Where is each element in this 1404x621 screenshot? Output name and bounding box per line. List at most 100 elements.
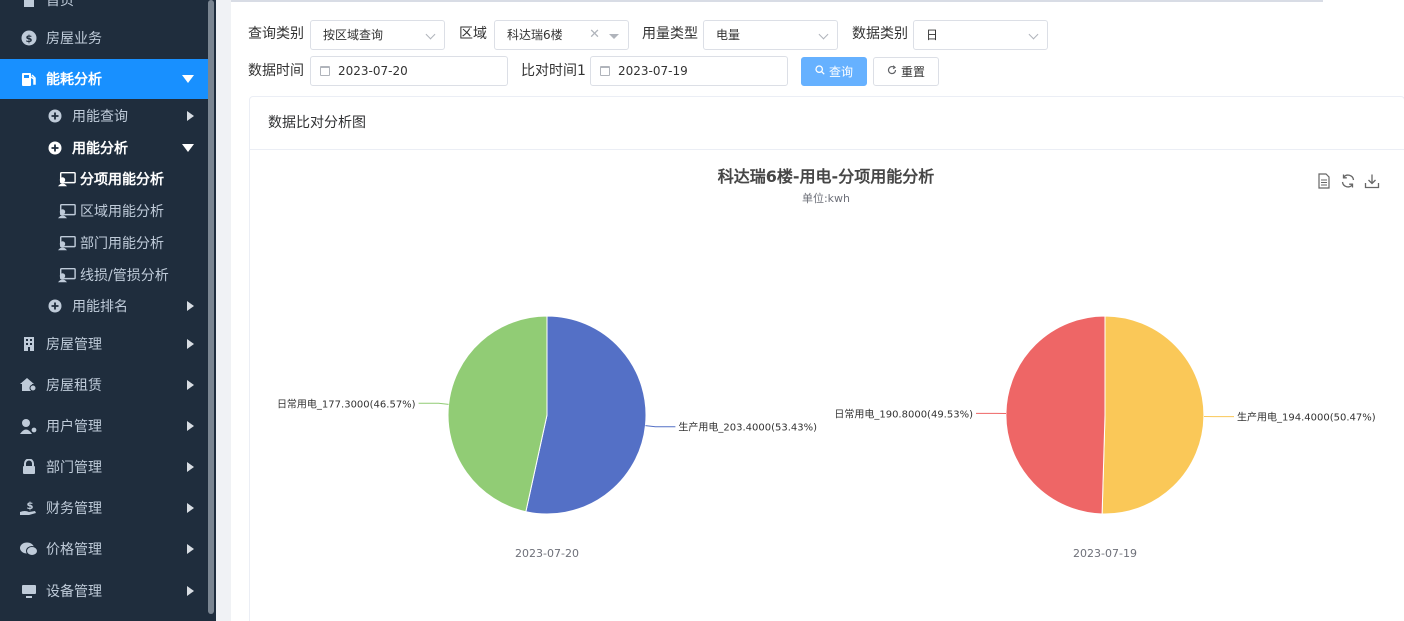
pie-1-caption: 2023-07-19 <box>1073 547 1137 560</box>
pie-chart: 科达瑞6楼-用电-分项用能分析 单位:kwh 生产用电_203.4000(53.… <box>277 167 1376 560</box>
sidebar-item-label: 线损/管损分析 <box>80 268 169 284</box>
sidebar-item-label: 区域用能分析 <box>80 204 164 220</box>
tab-bar-divider <box>231 0 1323 2</box>
search-icon <box>815 65 825 78</box>
area-select[interactable]: 科达瑞6楼 ✕ <box>494 20 629 50</box>
sidebar: 首页 $ 房屋业务 能耗分析 用能查询 用能分析 分项用能分析 区域用能分析 部… <box>0 0 216 621</box>
pie-0-label-0: 生产用电_203.4000(53.43%) <box>678 421 817 434</box>
sidebar-item-label: 用能分析 <box>72 141 128 157</box>
monitor-user-icon <box>58 202 76 220</box>
pie-1-slice-1[interactable] <box>1005 315 1106 515</box>
sidebar-item-label: 用能排名 <box>72 299 128 315</box>
chart-card: 数据比对分析图 科达瑞6楼-用电-分项用能分析 单位:kwh 生产用电_203.… <box>249 96 1404 621</box>
sidebar-item-price-management[interactable]: 价格管理 <box>0 529 208 569</box>
main-content: 查询类别 按区域查询 区域 科达瑞6楼 ✕ 用量类型 电量 数据类别 日 数据时… <box>231 0 1404 621</box>
chevron-right-icon <box>187 301 194 311</box>
chevron-right-icon <box>187 421 194 431</box>
reset-button[interactable]: 重置 <box>873 57 939 86</box>
sidebar-item-housing-business[interactable]: $ 房屋业务 <box>0 18 208 58</box>
clear-icon[interactable]: ✕ <box>589 21 600 49</box>
data-type-select[interactable]: 日 <box>913 20 1048 50</box>
sidebar-item-housing-management[interactable]: 房屋管理 <box>0 324 208 364</box>
query-type-select[interactable]: 按区域查询 <box>310 20 445 50</box>
caret-down-icon <box>609 34 619 39</box>
compare-time-picker[interactable]: 2023-07-19 <box>590 56 788 86</box>
reset-button-label: 重置 <box>900 65 925 79</box>
plus-circle-icon <box>46 107 64 125</box>
plus-circle-icon <box>46 297 64 315</box>
data-time-picker[interactable]: 2023-07-20 <box>310 56 508 86</box>
pie-0-label-line-1 <box>418 402 449 405</box>
usage-type-select[interactable]: 电量 <box>703 20 838 50</box>
sidebar-item-label: 用户管理 <box>46 419 102 435</box>
chevron-right-icon <box>187 544 194 554</box>
chevron-right-icon <box>187 503 194 513</box>
chart-title: 科达瑞6楼-用电-分项用能分析 <box>718 167 934 186</box>
sidebar-item-housing-rental[interactable]: 房屋租赁 <box>0 365 208 405</box>
sidebar-item-label: 房屋管理 <box>46 337 102 353</box>
lock-icon <box>20 458 38 476</box>
chart-toolbox <box>1316 173 1380 189</box>
sidebar-item-department-management[interactable]: 部门管理 <box>0 447 208 487</box>
chevron-right-icon <box>187 380 194 390</box>
sidebar-item-label: 财务管理 <box>46 501 102 517</box>
sidebar-item-label: 部门用能分析 <box>80 236 164 252</box>
fuel-pump-icon <box>20 70 38 88</box>
sidebar-item-label: 房屋业务 <box>46 31 102 47</box>
sidebar-item-user-management[interactable]: 用户管理 <box>0 406 208 446</box>
query-type-value: 按区域查询 <box>323 28 384 42</box>
sidebar-item-label: 分项用能分析 <box>80 172 164 188</box>
chart-subtitle: 单位:kwh <box>802 191 850 205</box>
sidebar-item-energy-ranking[interactable]: 用能排名 <box>0 286 208 326</box>
compare-time-label: 比对时间1 <box>521 63 586 79</box>
pie-1-label-1: 日常用电_190.8000(49.53%) <box>834 407 973 420</box>
search-button[interactable]: 查询 <box>801 57 867 86</box>
data-time-value: 2023-07-20 <box>338 64 408 78</box>
sidebar-item-device-management[interactable]: 设备管理 <box>0 571 208 611</box>
sidebar-item-label: 设备管理 <box>46 584 102 600</box>
sidebar-item-home[interactable]: 首页 <box>0 0 208 20</box>
pie-0-slice-1[interactable] <box>447 315 548 513</box>
monitor-user-icon <box>58 170 76 188</box>
sidebar-item-energy-analysis[interactable]: 能耗分析 <box>0 59 208 99</box>
search-button-label: 查询 <box>828 65 853 79</box>
area-value: 科达瑞6楼 <box>507 28 563 42</box>
pie-1-slice-0[interactable] <box>1101 315 1205 515</box>
chevron-right-icon <box>187 111 194 121</box>
plus-circle-icon <box>46 139 64 157</box>
chevron-right-icon <box>187 586 194 596</box>
chevron-right-icon <box>187 339 194 349</box>
refresh-icon <box>887 65 897 78</box>
download-icon[interactable] <box>1364 173 1380 189</box>
usage-type-value: 电量 <box>716 28 741 42</box>
pie-1-label-0: 生产用电_194.4000(50.47%) <box>1237 411 1376 424</box>
sidebar-item-label: 用能查询 <box>72 109 128 125</box>
desktop-icon <box>20 582 38 600</box>
user-gear-icon <box>20 417 38 435</box>
data-type-value: 日 <box>926 28 939 42</box>
usage-type-label: 用量类型 <box>642 26 698 42</box>
sidebar-scrollbar[interactable] <box>208 0 214 614</box>
sidebar-item-label: 房屋租赁 <box>46 378 102 394</box>
compare-time-value: 2023-07-19 <box>618 64 688 78</box>
data-time-label: 数据时间 <box>248 63 304 79</box>
svg-text:$: $ <box>27 501 34 512</box>
building-icon <box>20 335 38 353</box>
chevron-down-icon <box>1028 29 1039 40</box>
sidebar-item-label: 能耗分析 <box>46 72 102 88</box>
area-label: 区域 <box>459 26 487 42</box>
restore-icon[interactable] <box>1340 173 1356 189</box>
chevron-right-icon <box>187 462 194 472</box>
pie-0-label-line-0 <box>645 425 676 428</box>
house-key-icon <box>20 376 38 394</box>
sidebar-item-finance-management[interactable]: $ 财务管理 <box>0 488 208 528</box>
pies-group: 生产用电_203.4000(53.43%) 日常用电_177.3000(46.57… <box>277 315 1376 560</box>
card-title: 数据比对分析图 <box>250 97 1404 150</box>
chevron-down-icon <box>182 144 194 152</box>
data-view-icon[interactable] <box>1316 173 1332 189</box>
sidebar-item-label: 首页 <box>46 0 74 9</box>
calendar-icon <box>600 66 610 76</box>
hand-money-icon: $ <box>20 499 38 517</box>
chevron-down-icon <box>425 29 436 40</box>
sidebar-item-label: 价格管理 <box>46 542 102 558</box>
